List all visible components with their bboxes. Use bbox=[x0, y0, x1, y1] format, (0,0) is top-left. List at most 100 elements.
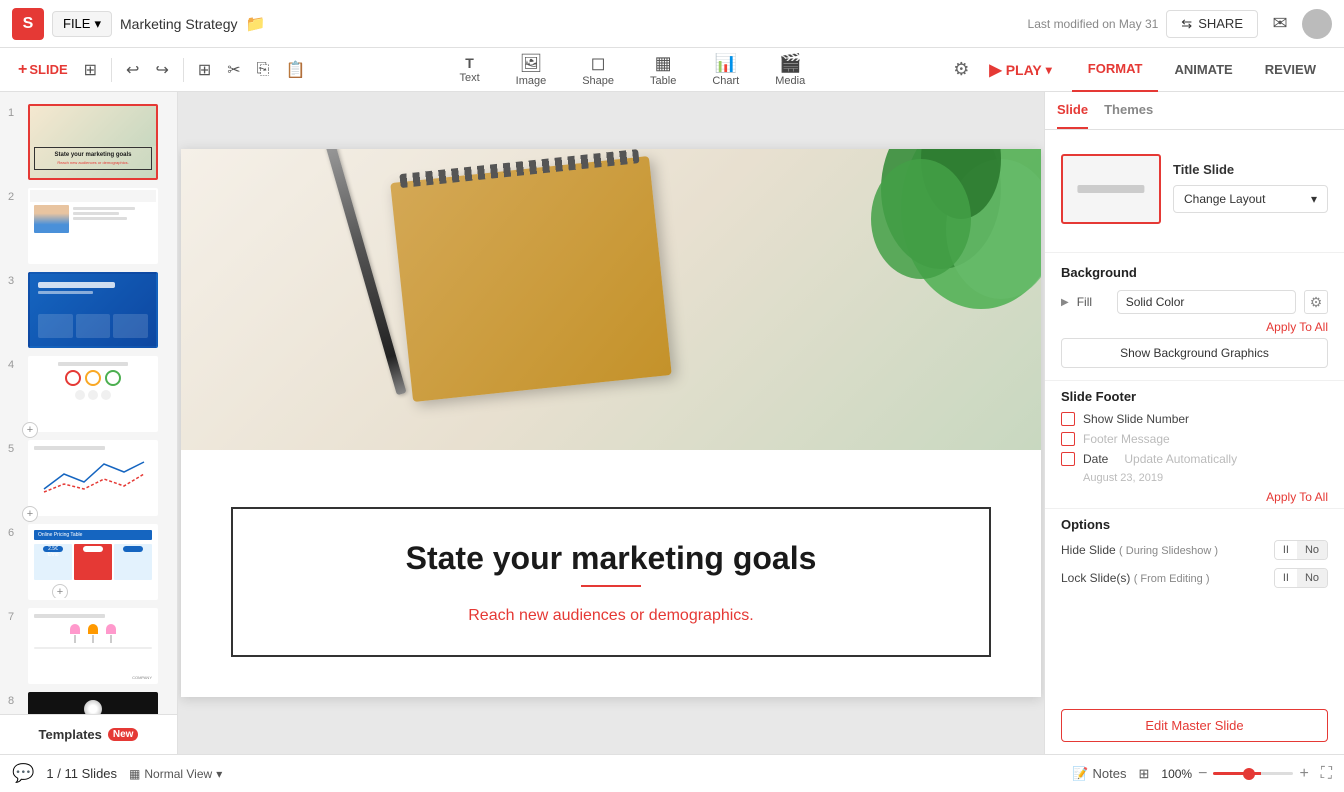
media-icon: 🎬 bbox=[779, 53, 801, 74]
hide-slide-no-button[interactable]: No bbox=[1297, 541, 1327, 559]
insert-text-button[interactable]: T Text bbox=[451, 53, 487, 86]
apply-to-all-link[interactable]: Apply To All bbox=[1061, 320, 1328, 334]
date-checkbox[interactable] bbox=[1061, 452, 1075, 466]
crop-button[interactable]: ⊞ bbox=[192, 56, 217, 84]
insert-shape-button[interactable]: ◻ Shape bbox=[574, 51, 622, 89]
redo-button[interactable]: ↪ bbox=[149, 56, 174, 84]
folder-icon: 📁 bbox=[246, 14, 266, 34]
footer-message-checkbox[interactable] bbox=[1061, 432, 1075, 446]
hide-slide-label: Hide Slide ( During Slideshow ) bbox=[1061, 543, 1266, 557]
tab-slide[interactable]: Slide bbox=[1057, 92, 1088, 129]
view-mode-button[interactable]: ▦ Normal View ▾ bbox=[129, 767, 222, 781]
slide-thumbnail[interactable]: COMPANY bbox=[28, 608, 158, 684]
fill-settings-button[interactable]: ⚙ bbox=[1304, 290, 1328, 314]
undo-button[interactable]: ↩ bbox=[120, 56, 145, 84]
toolbar: + SLIDE ⊞ ↩ ↪ ⊞ ✂ ⎘ 📋 T Text 🖼 Image ◻ S… bbox=[0, 48, 1344, 92]
paste-button[interactable]: 📋 bbox=[279, 56, 311, 84]
text-icon: T bbox=[465, 55, 474, 71]
insert-image-button[interactable]: 🖼 Image bbox=[508, 51, 555, 89]
insert-media-button[interactable]: 🎬 Media bbox=[767, 51, 813, 89]
edit-master-slide-button[interactable]: Edit Master Slide bbox=[1061, 709, 1328, 742]
slide-thumbnail[interactable] bbox=[28, 440, 158, 516]
notification-icon[interactable]: ✉ bbox=[1266, 10, 1294, 38]
add-below-button-6[interactable]: + bbox=[52, 584, 68, 600]
tab-review[interactable]: REVIEW bbox=[1249, 48, 1332, 92]
slide-number: 1 bbox=[8, 104, 22, 119]
insert-image-label: Image bbox=[516, 75, 547, 87]
slide-subtitle-text: Reach new audiences or demographics. bbox=[468, 607, 754, 625]
slide-item[interactable]: 6 Online Pricing Table 2.5€ €/mo bbox=[0, 520, 177, 604]
templates-button[interactable]: Templates New bbox=[0, 714, 177, 754]
slide-item[interactable]: 5 + bbox=[0, 436, 177, 520]
share-button[interactable]: ⇆ SHARE bbox=[1166, 10, 1258, 38]
show-slide-number-row: Show Slide Number bbox=[1061, 412, 1328, 426]
right-panel: Slide Themes Title Slide Change Layout ▾ bbox=[1044, 92, 1344, 754]
slide-thumbnail[interactable]: State your marketing goals Reach new aud… bbox=[28, 104, 158, 180]
settings-button[interactable]: ⚙ bbox=[953, 59, 969, 80]
table-icon: ▦ bbox=[655, 53, 672, 74]
notes-button[interactable]: 📝 Notes bbox=[1072, 766, 1126, 782]
slide-thumbnail[interactable] bbox=[28, 188, 158, 264]
change-layout-button[interactable]: Change Layout ▾ bbox=[1173, 185, 1328, 213]
lock-slide-row: Lock Slide(s) ( From Editing ) II No bbox=[1061, 568, 1328, 588]
slide-title-text: State your marketing goals bbox=[406, 539, 817, 577]
zoom-out-button[interactable]: − bbox=[1198, 765, 1207, 783]
comments-button[interactable]: 💬 bbox=[12, 763, 34, 784]
insert-table-button[interactable]: ▦ Table bbox=[642, 51, 684, 89]
footer-section-title: Slide Footer bbox=[1061, 389, 1328, 404]
hide-slide-ii-button[interactable]: II bbox=[1275, 541, 1297, 559]
toolbar-center: T Text 🖼 Image ◻ Shape ▦ Table 📊 Chart 🎬… bbox=[315, 51, 949, 89]
play-button[interactable]: ▶ PLAY ▾ bbox=[977, 55, 1063, 85]
slide-item[interactable]: 4 bbox=[0, 352, 177, 436]
file-menu-button[interactable]: FILE ▾ bbox=[52, 11, 112, 37]
slide-thumbnail[interactable]: Online Pricing Table 2.5€ €/mo bbox=[28, 524, 158, 600]
plus-icon: + bbox=[18, 61, 27, 79]
fill-type-dropdown[interactable]: Solid Color bbox=[1117, 290, 1296, 314]
fullscreen-button[interactable]: ⛶ bbox=[1321, 765, 1332, 783]
cut-button[interactable]: ✂ bbox=[221, 56, 246, 84]
options-section: Options Hide Slide ( During Slideshow ) … bbox=[1045, 509, 1344, 604]
show-background-graphics-button[interactable]: Show Background Graphics bbox=[1061, 338, 1328, 368]
layout-view-button[interactable]: ⊞ bbox=[78, 56, 103, 84]
tab-themes[interactable]: Themes bbox=[1104, 92, 1153, 129]
zoom-slider[interactable] bbox=[1213, 772, 1293, 775]
slide-thumbnail[interactable] bbox=[28, 272, 158, 348]
slide-item[interactable]: 1 State your marketing goals Reach new a… bbox=[0, 100, 177, 184]
slide-item[interactable]: 7 bbox=[0, 604, 177, 688]
copy-button[interactable]: ⎘ bbox=[251, 57, 276, 83]
user-avatar[interactable] bbox=[1302, 9, 1332, 39]
slide-item[interactable]: 3 bbox=[0, 268, 177, 352]
lock-slide-ii-button[interactable]: II bbox=[1275, 569, 1297, 587]
lock-slide-no-button[interactable]: No bbox=[1297, 569, 1327, 587]
add-slide-button[interactable]: + SLIDE bbox=[12, 57, 74, 83]
tab-format[interactable]: FORMAT bbox=[1072, 48, 1159, 92]
insert-text-label: Text bbox=[459, 72, 479, 84]
zoom-in-button[interactable]: + bbox=[1299, 765, 1308, 783]
slide-thumbnail[interactable] bbox=[28, 356, 158, 432]
slide-content-box[interactable]: State your marketing goals Reach new aud… bbox=[231, 507, 991, 657]
hide-slide-sub: ( During Slideshow ) bbox=[1119, 545, 1218, 557]
show-slide-number-checkbox[interactable] bbox=[1061, 412, 1075, 426]
tab-animate[interactable]: ANIMATE bbox=[1158, 48, 1248, 92]
fill-collapse-icon[interactable]: ▶ bbox=[1061, 297, 1069, 308]
format-tabs: FORMAT ANIMATE REVIEW bbox=[1072, 48, 1332, 92]
insert-chart-button[interactable]: 📊 Chart bbox=[704, 51, 747, 89]
slide-number: 4 bbox=[8, 356, 22, 371]
slide-canvas[interactable]: State your marketing goals Reach new aud… bbox=[181, 149, 1041, 697]
bottom-bar: 💬 1 / 11 Slides ▦ Normal View ▾ 📝 Notes … bbox=[0, 754, 1344, 792]
footer-apply-to-all-link[interactable]: Apply To All bbox=[1061, 490, 1328, 504]
slide-item[interactable]: 8 + bbox=[0, 688, 177, 714]
new-badge: New bbox=[108, 728, 139, 741]
footer-section: Slide Footer Show Slide Number Footer Me… bbox=[1045, 381, 1344, 508]
slide-item[interactable]: 2 bbox=[0, 184, 177, 268]
layout-name: Title Slide bbox=[1173, 162, 1328, 177]
slide-thumbnail[interactable] bbox=[28, 692, 158, 714]
insert-table-label: Table bbox=[650, 75, 676, 87]
toolbar-right: ⚙ ▶ PLAY ▾ FORMAT ANIMATE REVIEW bbox=[953, 48, 1332, 92]
view-icon: ▦ bbox=[129, 767, 140, 781]
slide-panel: 1 State your marketing goals Reach new a… bbox=[0, 92, 178, 754]
grid-button[interactable]: ⊞ bbox=[1139, 766, 1150, 782]
slide-number: 8 bbox=[8, 692, 22, 707]
fill-label: Fill bbox=[1077, 295, 1109, 309]
zoom-level-label: 100% bbox=[1161, 767, 1192, 781]
